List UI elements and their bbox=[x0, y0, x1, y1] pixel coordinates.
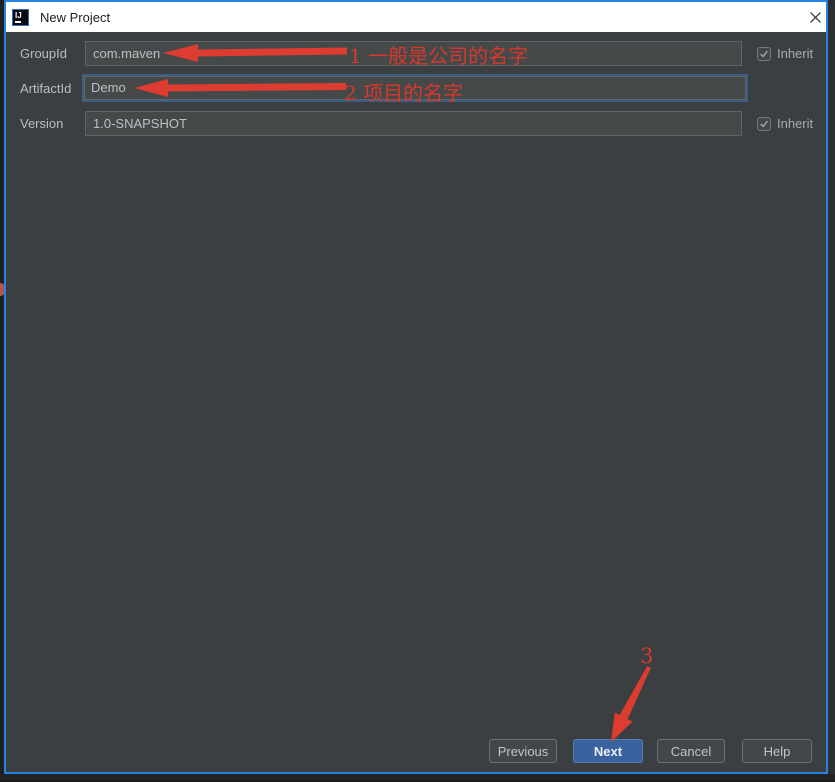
groupid-inherit-checkbox[interactable]: Inherit bbox=[757, 46, 813, 61]
next-button[interactable]: Next bbox=[573, 739, 643, 763]
version-label: Version bbox=[20, 116, 64, 131]
close-button[interactable] bbox=[806, 8, 824, 26]
intellij-logo-icon: IJ bbox=[12, 8, 29, 26]
desktop-bottom-strip bbox=[0, 774, 835, 782]
window-title: New Project bbox=[40, 9, 111, 25]
version-inherit-label: Inherit bbox=[777, 116, 814, 131]
previous-button[interactable]: Previous bbox=[489, 739, 557, 763]
checkbox-checked-icon bbox=[757, 46, 771, 61]
intellij-logo-text: IJ bbox=[15, 10, 22, 20]
groupid-input[interactable]: com.maven bbox=[85, 41, 742, 66]
cancel-button[interactable]: Cancel bbox=[657, 739, 725, 763]
desktop-right-strip bbox=[828, 0, 835, 782]
title-bar[interactable]: IJ New Project bbox=[6, 2, 826, 32]
artifactid-label: ArtifactId bbox=[20, 81, 72, 96]
version-inherit-checkbox[interactable]: Inherit bbox=[757, 116, 813, 131]
dialog-content: GroupId com.maven Inherit ArtifactId Dem… bbox=[6, 32, 826, 772]
groupid-inherit-label: Inherit bbox=[777, 46, 814, 61]
artifactid-input[interactable]: Demo bbox=[84, 76, 746, 100]
help-button[interactable]: Help bbox=[742, 739, 812, 763]
new-project-dialog: IJ New Project GroupId com.maven Inherit… bbox=[4, 0, 828, 774]
artifactid-focus-ring: Demo bbox=[82, 74, 748, 102]
version-input[interactable]: 1.0-SNAPSHOT bbox=[85, 111, 742, 136]
checkbox-checked-icon bbox=[757, 116, 771, 131]
groupid-label: GroupId bbox=[20, 46, 67, 61]
close-icon bbox=[809, 11, 821, 23]
